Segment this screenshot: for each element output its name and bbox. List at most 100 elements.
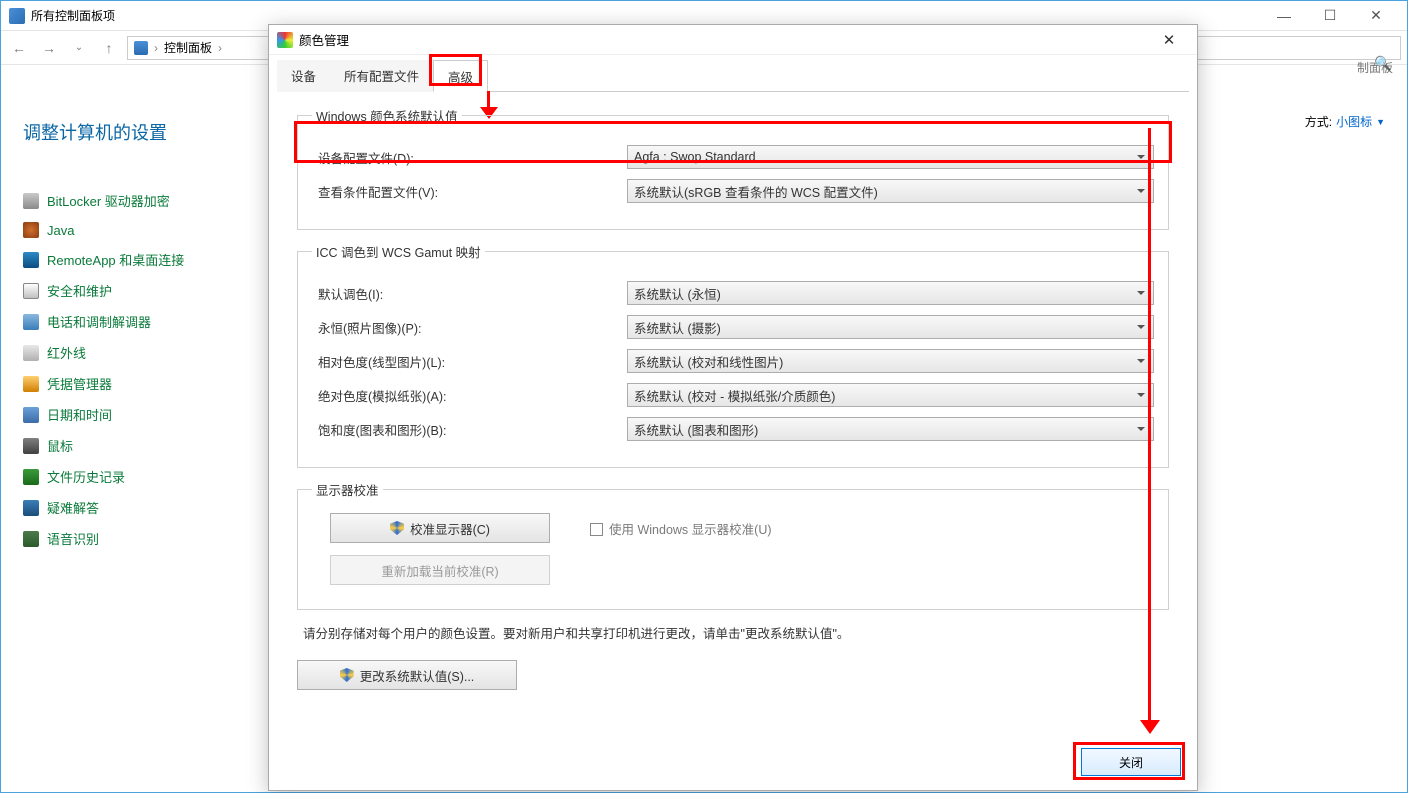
label-view-conditions: 查看条件配置文件(V): bbox=[312, 182, 627, 201]
row-absolute: 绝对色度(模拟纸张)(A): 系统默认 (校对 - 模拟纸张/介质颜色) bbox=[312, 383, 1154, 407]
group-display-calibration: 显示器校准 校准显示器(C) 重新加载当前校准(R) 使用 Windows 显示… bbox=[297, 480, 1169, 610]
cp-item-label: 凭据管理器 bbox=[47, 374, 112, 393]
cp-item-label: 红外线 bbox=[47, 343, 86, 362]
cp-item-remoteapp[interactable]: RemoteApp 和桌面连接 bbox=[23, 250, 184, 269]
tab-row: 设备 所有配置文件 高级 bbox=[277, 59, 1189, 92]
cp-item-mouse[interactable]: 鼠标 bbox=[23, 436, 184, 455]
legend-calibration: 显示器校准 bbox=[312, 480, 383, 499]
page-heading: 调整计算机的设置 bbox=[23, 119, 167, 145]
checkbox-icon bbox=[590, 523, 603, 536]
history-dropdown[interactable]: ⌄ bbox=[67, 36, 91, 60]
label-device-profile: 设备配置文件(D): bbox=[312, 148, 627, 167]
row-saturation: 饱和度(图表和图形)(B): 系统默认 (图表和图形) bbox=[312, 417, 1154, 441]
annotation-arrow-line bbox=[1148, 128, 1151, 724]
phone-icon bbox=[23, 314, 39, 330]
select-value: 系统默认 (永恒) bbox=[634, 284, 721, 303]
flag-icon bbox=[23, 283, 39, 299]
shield-icon bbox=[340, 668, 354, 682]
button-label: 校准显示器(C) bbox=[410, 519, 490, 538]
button-label: 重新加载当前校准(R) bbox=[381, 561, 498, 580]
button-label: 关闭 bbox=[1119, 754, 1143, 771]
cp-item-label: 文件历史记录 bbox=[47, 467, 125, 486]
select-saturation[interactable]: 系统默认 (图表和图形) bbox=[627, 417, 1154, 441]
cp-item-label: BitLocker 驱动器加密 bbox=[47, 191, 170, 210]
row-view-conditions: 查看条件配置文件(V): 系统默认(sRGB 查看条件的 WCS 配置文件) bbox=[312, 179, 1154, 203]
tab-devices[interactable]: 设备 bbox=[277, 60, 330, 92]
select-value: Agfa : Swop Standard bbox=[634, 150, 756, 164]
select-default-rendering[interactable]: 系统默认 (永恒) bbox=[627, 281, 1154, 305]
select-value: 系统默认 (校对和线性图片) bbox=[634, 352, 783, 371]
cp-item-credentials[interactable]: 凭据管理器 bbox=[23, 374, 184, 393]
forward-button[interactable]: → bbox=[37, 36, 61, 60]
cp-item-java[interactable]: Java bbox=[23, 222, 184, 238]
row-device-profile: 设备配置文件(D): Agfa : Swop Standard bbox=[312, 145, 1154, 169]
cp-item-speech[interactable]: 语音识别 bbox=[23, 529, 184, 548]
bitlocker-icon bbox=[23, 193, 39, 209]
icc-label: 默认调色(I): bbox=[312, 284, 627, 303]
group-windows-defaults: Windows 颜色系统默认值 设备配置文件(D): Agfa : Swop S… bbox=[297, 106, 1169, 230]
remoteapp-icon bbox=[23, 252, 39, 268]
cp-item-label: 电话和调制解调器 bbox=[47, 312, 151, 331]
cp-item-troubleshoot[interactable]: 疑难解答 bbox=[23, 498, 184, 517]
history-icon bbox=[23, 469, 39, 485]
cp-item-security[interactable]: 安全和维护 bbox=[23, 281, 184, 300]
window-title: 所有控制面板项 bbox=[31, 7, 1261, 24]
select-perceptual[interactable]: 系统默认 (摄影) bbox=[627, 315, 1154, 339]
tab-all-profiles[interactable]: 所有配置文件 bbox=[330, 60, 433, 92]
dialog-title: 颜色管理 bbox=[299, 30, 1149, 49]
icc-label: 绝对色度(模拟纸张)(A): bbox=[312, 386, 627, 405]
control-panel-items: BitLocker 驱动器加密 Java RemoteApp 和桌面连接 安全和… bbox=[23, 191, 184, 548]
select-value: 系统默认 (校对 - 模拟纸张/介质颜色) bbox=[634, 386, 835, 405]
breadcrumb-item[interactable]: 控制面板 bbox=[164, 39, 212, 56]
legend-icc: ICC 调色到 WCS Gamut 映射 bbox=[312, 242, 485, 261]
close-button[interactable]: 关闭 bbox=[1081, 748, 1181, 776]
cp-item-label: 日期和时间 bbox=[47, 405, 112, 424]
select-value: 系统默认 (图表和图形) bbox=[634, 420, 758, 439]
checkbox-label: 使用 Windows 显示器校准(U) bbox=[609, 523, 772, 537]
chevron-down-icon: ▼ bbox=[1376, 117, 1385, 127]
breadcrumb-sep: › bbox=[218, 41, 222, 55]
close-button[interactable]: ✕ bbox=[1353, 1, 1399, 31]
icc-label: 饱和度(图表和图形)(B): bbox=[312, 420, 627, 439]
view-mode: 方式: 小图标 ▼ bbox=[1305, 113, 1385, 130]
row-relative: 相对色度(线型图片)(L): 系统默认 (校对和线性图片) bbox=[312, 349, 1154, 373]
select-relative[interactable]: 系统默认 (校对和线性图片) bbox=[627, 349, 1154, 373]
select-view-conditions[interactable]: 系统默认(sRGB 查看条件的 WCS 配置文件) bbox=[627, 179, 1154, 203]
cp-item-infrared[interactable]: 红外线 bbox=[23, 343, 184, 362]
cp-item-bitlocker[interactable]: BitLocker 驱动器加密 bbox=[23, 191, 184, 210]
minimize-button[interactable]: — bbox=[1261, 1, 1307, 31]
cp-item-label: Java bbox=[47, 223, 74, 238]
legend-defaults: Windows 颜色系统默认值 bbox=[312, 106, 462, 125]
calibrate-display-button[interactable]: 校准显示器(C) bbox=[330, 513, 550, 543]
tab-advanced[interactable]: 高级 bbox=[433, 60, 488, 92]
cp-item-label: 语音识别 bbox=[47, 529, 99, 548]
maximize-button[interactable]: ☐ bbox=[1307, 1, 1353, 31]
button-label: 更改系统默认值(S)... bbox=[360, 666, 475, 685]
dialog-close-button[interactable]: ✕ bbox=[1149, 27, 1189, 53]
change-system-defaults-button[interactable]: 更改系统默认值(S)... bbox=[297, 660, 517, 690]
java-icon bbox=[23, 222, 39, 238]
back-button[interactable]: ← bbox=[7, 36, 31, 60]
shield-icon bbox=[390, 521, 404, 535]
select-device-profile[interactable]: Agfa : Swop Standard bbox=[627, 145, 1154, 169]
cp-item-datetime[interactable]: 日期和时间 bbox=[23, 405, 184, 424]
select-absolute[interactable]: 系统默认 (校对 - 模拟纸张/介质颜色) bbox=[627, 383, 1154, 407]
dialog-titlebar: 颜色管理 ✕ bbox=[269, 25, 1197, 55]
cp-item-label: 鼠标 bbox=[47, 436, 73, 455]
infrared-icon bbox=[23, 345, 39, 361]
cp-item-label: 疑难解答 bbox=[47, 498, 99, 517]
control-panel-icon bbox=[9, 8, 25, 24]
cp-item-phone[interactable]: 电话和调制解调器 bbox=[23, 312, 184, 331]
annotation-arrow-head-down bbox=[1140, 720, 1160, 744]
row-default-rendering: 默认调色(I): 系统默认 (永恒) bbox=[312, 281, 1154, 305]
dialog-body: Windows 颜色系统默认值 设备配置文件(D): Agfa : Swop S… bbox=[269, 92, 1197, 704]
use-windows-calibration-checkbox[interactable]: 使用 Windows 显示器校准(U) bbox=[590, 519, 772, 538]
select-value: 系统默认(sRGB 查看条件的 WCS 配置文件) bbox=[634, 182, 878, 201]
up-button[interactable]: ↑ bbox=[97, 36, 121, 60]
view-label: 方式: bbox=[1305, 113, 1332, 130]
view-mode-link[interactable]: 小图标 bbox=[1336, 113, 1372, 130]
search-icon[interactable]: 🔍 bbox=[1373, 55, 1393, 72]
select-value: 系统默认 (摄影) bbox=[634, 318, 721, 337]
cp-item-filehistory[interactable]: 文件历史记录 bbox=[23, 467, 184, 486]
icc-label: 永恒(照片图像)(P): bbox=[312, 318, 627, 337]
